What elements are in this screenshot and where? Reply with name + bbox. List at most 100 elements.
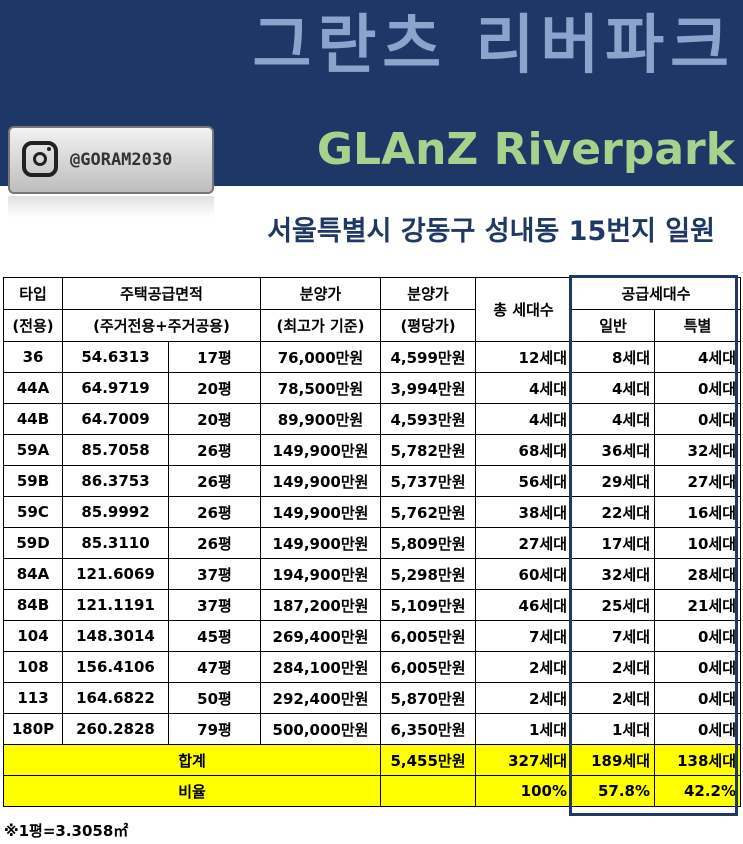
cell-type: 104 <box>3 620 63 652</box>
cell-pyeong: 26평 <box>168 465 261 497</box>
cell-price: 76,000만원 <box>260 341 381 373</box>
table-row: 108 156.4106 47평 284,100만원 6,005만원 2세대 2세대 0세대 <box>3 651 742 683</box>
address: 서울특별시 강동구 성내동 15번지 일원 <box>267 216 715 247</box>
cell-total: 60세대 <box>475 558 572 590</box>
cell-general: 4세대 <box>571 372 655 404</box>
header-type-sub: (전용) <box>3 309 63 342</box>
header-total: 총 세대수 <box>475 277 572 342</box>
cell-general: 36세대 <box>571 434 655 466</box>
table-row: 44B 64.7009 20평 89,900만원 4,593만원 4세대 4세대 0세대 <box>3 403 742 435</box>
cell-total: 1세대 <box>475 713 572 745</box>
cell-price: 292,400만원 <box>260 682 381 714</box>
cell-pyeong: 45평 <box>168 620 261 652</box>
table-row: 104 148.3014 45평 269,400만원 6,005만원 7세대 7세대 0세대 <box>3 620 742 652</box>
cell-general: 22세대 <box>571 496 655 528</box>
cell-type: 36 <box>3 341 63 373</box>
cell-ppp: 5,109만원 <box>380 589 476 621</box>
header-banner: 그란츠 리버파크 @GORAM2030 GLAnZ Riverpark <box>0 0 743 194</box>
header-price: 분양가 <box>260 277 381 310</box>
cell-ppp: 5,870만원 <box>380 682 476 714</box>
cell-total: 38세대 <box>475 496 572 528</box>
ratio-general: 57.8% <box>571 775 655 807</box>
cell-area: 85.7058 <box>62 434 169 466</box>
cell-ppp: 6,350만원 <box>380 713 476 745</box>
header-special: 특별 <box>653 309 742 342</box>
cell-ppp: 6,005만원 <box>380 620 476 652</box>
cell-price: 78,500만원 <box>260 372 381 404</box>
cell-price: 149,900만원 <box>260 434 381 466</box>
cell-type: 44B <box>3 403 63 435</box>
sum-special: 138세대 <box>653 744 742 776</box>
header-ppp-sub: (평당가) <box>380 309 476 342</box>
cell-special: 21세대 <box>653 589 742 621</box>
cell-special: 27세대 <box>653 465 742 497</box>
ratio-row: 비율 100% 57.8% 42.2% <box>3 775 742 807</box>
ratio-label: 비율 <box>3 775 381 807</box>
cell-ppp: 4,593만원 <box>380 403 476 435</box>
cell-total: 46세대 <box>475 589 572 621</box>
cell-price: 149,900만원 <box>260 496 381 528</box>
cell-ppp: 6,005만원 <box>380 651 476 683</box>
cell-general: 1세대 <box>571 713 655 745</box>
cell-area: 85.9992 <box>62 496 169 528</box>
cell-pyeong: 47평 <box>168 651 261 683</box>
cell-general: 25세대 <box>571 589 655 621</box>
instagram-icon <box>22 141 58 177</box>
cell-area: 54.6313 <box>62 341 169 373</box>
table-row: 59C 85.9992 26평 149,900만원 5,762만원 38세대 22세대 16세… <box>3 496 742 528</box>
table-row: 180P 260.2828 79평 500,000만원 6,350만원 1세대 1세대 0세대 <box>3 713 742 745</box>
header-general: 일반 <box>571 309 655 342</box>
cell-general: 17세대 <box>571 527 655 559</box>
ratio-total: 100% <box>475 775 572 807</box>
table-row: 113 164.6822 50평 292,400만원 5,870만원 2세대 2세대 0세대 <box>3 682 742 714</box>
cell-price: 284,100만원 <box>260 651 381 683</box>
table-row: 36 54.6313 17평 76,000만원 4,599만원 12세대 8세대 4세대 <box>3 341 742 373</box>
cell-special: 4세대 <box>653 341 742 373</box>
sum-total: 327세대 <box>475 744 572 776</box>
table-row: 59B 86.3753 26평 149,900만원 5,737만원 56세대 29세대 27세… <box>3 465 742 497</box>
sum-general: 189세대 <box>571 744 655 776</box>
cell-pyeong: 50평 <box>168 682 261 714</box>
price-table: 타입 주택공급면적 분양가 분양가 총 세대수 공급세대수 (전용) (주거전용… <box>3 277 742 807</box>
cell-area: 148.3014 <box>62 620 169 652</box>
title-english: GLAnZ Riverpark <box>316 124 735 175</box>
cell-general: 29세대 <box>571 465 655 497</box>
ratio-special: 42.2% <box>653 775 742 807</box>
cell-area: 121.6069 <box>62 558 169 590</box>
instagram-badge[interactable]: @GORAM2030 <box>8 126 214 194</box>
table-row: 59A 85.7058 26평 149,900만원 5,782만원 68세대 36세대 32세… <box>3 434 742 466</box>
table-row: 59D 85.3110 26평 149,900만원 5,809만원 27세대 17세대 10세… <box>3 527 742 559</box>
title-korean: 그란츠 리버파크 <box>252 9 735 83</box>
cell-price: 500,000만원 <box>260 713 381 745</box>
cell-general: 8세대 <box>571 341 655 373</box>
cell-special: 32세대 <box>653 434 742 466</box>
cell-ppp: 5,782만원 <box>380 434 476 466</box>
cell-total: 27세대 <box>475 527 572 559</box>
cell-ppp: 3,994만원 <box>380 372 476 404</box>
header-area: 주택공급면적 <box>62 277 261 310</box>
cell-special: 0세대 <box>653 620 742 652</box>
cell-special: 0세대 <box>653 682 742 714</box>
cell-type: 113 <box>3 682 63 714</box>
cell-total: 68세대 <box>475 434 572 466</box>
cell-type: 59D <box>3 527 63 559</box>
cell-ppp: 5,298만원 <box>380 558 476 590</box>
cell-total: 7세대 <box>475 620 572 652</box>
cell-total: 4세대 <box>475 403 572 435</box>
cell-special: 0세대 <box>653 651 742 683</box>
cell-ppp: 5,762만원 <box>380 496 476 528</box>
cell-area: 64.7009 <box>62 403 169 435</box>
cell-total: 2세대 <box>475 682 572 714</box>
cell-area: 85.3110 <box>62 527 169 559</box>
cell-special: 0세대 <box>653 713 742 745</box>
cell-special: 0세대 <box>653 372 742 404</box>
cell-area: 121.1191 <box>62 589 169 621</box>
cell-general: 4세대 <box>571 403 655 435</box>
sum-ppp: 5,455만원 <box>380 744 476 776</box>
cell-price: 149,900만원 <box>260 527 381 559</box>
cell-type: 59A <box>3 434 63 466</box>
cell-general: 32세대 <box>571 558 655 590</box>
cell-ppp: 5,737만원 <box>380 465 476 497</box>
cell-type: 108 <box>3 651 63 683</box>
header-row: (전용) (주거전용+주거공용) (최고가 기준) (평당가) 일반 특별 <box>3 309 742 342</box>
